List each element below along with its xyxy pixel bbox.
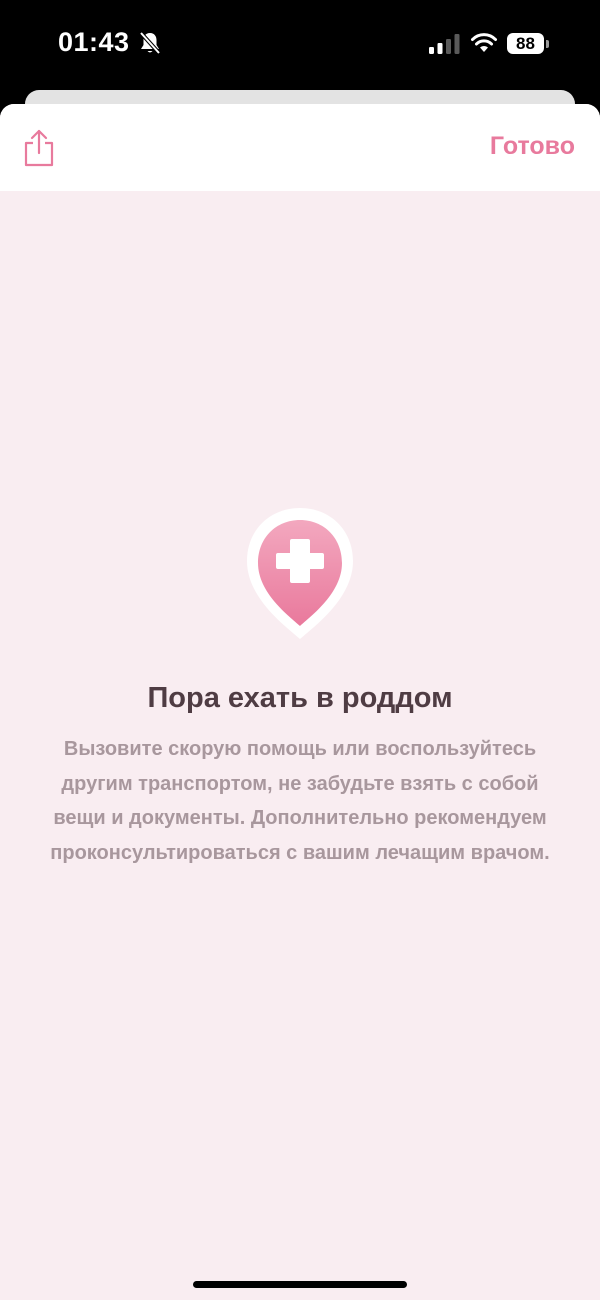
description-text: Вызовите скорую помощь или воспользуйтес… bbox=[50, 738, 550, 864]
hospital-location-pin-icon bbox=[247, 508, 353, 639]
sheet-header: Готово bbox=[0, 104, 600, 191]
modal-sheet: Готово Пора ехать в роддом Вызовите скор… bbox=[0, 104, 600, 1300]
wifi-icon bbox=[471, 33, 497, 52]
battery-icon: 88 bbox=[507, 33, 551, 55]
page-title: Пора ехать в роддом bbox=[147, 682, 453, 714]
cellular-signal-icon bbox=[429, 34, 460, 54]
done-button[interactable]: Готово bbox=[490, 132, 575, 161]
battery-cap bbox=[546, 40, 549, 48]
status-bar: 01:43 88 bbox=[0, 0, 600, 90]
battery-level: 88 bbox=[507, 33, 544, 54]
home-indicator[interactable] bbox=[193, 1281, 407, 1288]
bell-muted-icon bbox=[139, 31, 161, 55]
share-icon[interactable] bbox=[22, 128, 56, 168]
status-time: 01:43 bbox=[58, 27, 130, 57]
